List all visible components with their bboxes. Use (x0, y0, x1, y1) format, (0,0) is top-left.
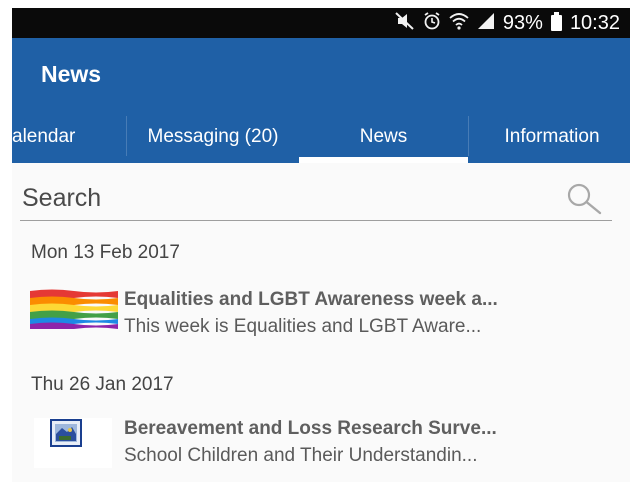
battery-percent: 93% (502, 11, 543, 34)
news-date-header: Thu 26 Jan 2017 (31, 374, 174, 395)
search-bar (20, 178, 612, 221)
news-summary: School Children and Their Understandin..… (124, 445, 478, 466)
selected-tab-indicator (299, 157, 468, 163)
search-input[interactable] (20, 180, 564, 216)
tab-calendar[interactable]: alendar (12, 111, 115, 163)
signal-icon (477, 12, 495, 35)
tab-divider (468, 116, 469, 156)
news-date-header: Mon 13 Feb 2017 (31, 242, 180, 263)
tab-information[interactable]: Information (474, 111, 630, 163)
app-screen: 93% 10:32 News alendar Messaging (20) Ne… (12, 8, 630, 482)
list-item[interactable]: Equalities and LGBT Awareness week a... … (12, 289, 630, 355)
page-title: News (41, 61, 102, 87)
tab-messaging[interactable]: Messaging (20) (127, 111, 299, 163)
app-bar: News alendar Messaging (20) News Informa… (12, 38, 630, 163)
tab-label: Information (504, 126, 600, 147)
status-bar: 93% 10:32 (12, 8, 630, 38)
news-title: Equalities and LGBT Awareness week a... (124, 289, 498, 310)
tab-label: alendar (12, 126, 76, 147)
list-item[interactable]: Bereavement and Loss Research Surve... S… (12, 418, 630, 482)
mute-icon (395, 11, 415, 35)
rainbow-flag-image (30, 289, 118, 343)
tab-news[interactable]: News (299, 111, 468, 163)
clock-time: 10:32 (569, 11, 620, 34)
school-crest-image (34, 418, 112, 468)
news-title: Bereavement and Loss Research Surve... (124, 418, 497, 439)
tab-label: Messaging (20) (147, 126, 279, 147)
alarm-icon (423, 11, 441, 35)
tab-label: News (359, 126, 408, 147)
news-summary: This week is Equalities and LGBT Aware..… (124, 316, 482, 337)
tab-bar: alendar Messaging (20) News Information (12, 111, 630, 163)
battery-icon (550, 12, 562, 31)
wifi-icon (449, 12, 469, 35)
search-icon[interactable] (564, 181, 604, 217)
